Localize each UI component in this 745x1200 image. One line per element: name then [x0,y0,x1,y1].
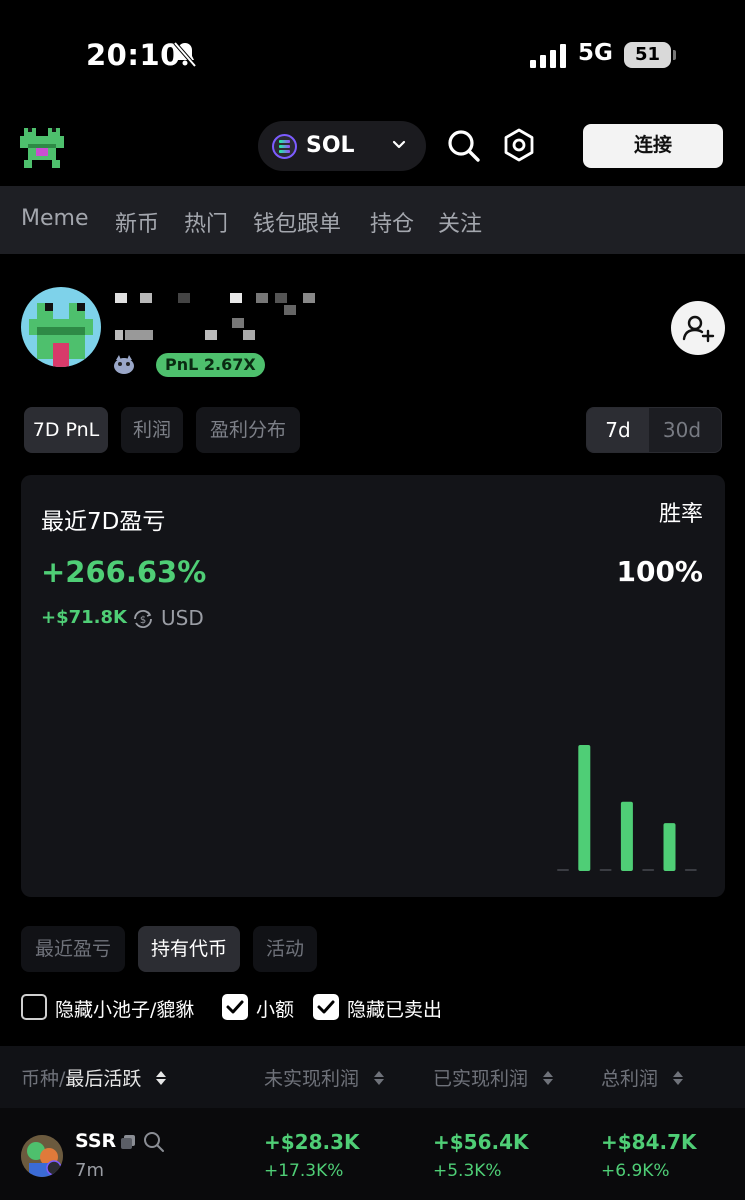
tab-positions[interactable]: 持仓 [370,206,414,238]
col-unrealized[interactable]: 未实现利润 [264,1064,385,1091]
last-active-time: 7m [75,1160,104,1181]
col-realized-label: 已实现利润 [433,1068,529,1090]
realized-percent: +5.3K% [433,1161,502,1181]
connect-button[interactable]: 连接 [583,124,723,168]
tab-profit-distribution[interactable]: 盈利分布 [196,407,300,453]
tab-new-coins[interactable]: 新币 [115,206,159,238]
tab-following[interactable]: 关注 [438,206,482,238]
checkmark-icon [226,1000,244,1014]
search-icon[interactable] [143,1131,165,1153]
filter-label: 小额 [256,999,295,1021]
status-time: 20:10 [86,38,181,72]
col-unrealized-label: 未实现利润 [264,1068,360,1090]
col-realized[interactable]: 已实现利润 [433,1064,554,1091]
checkmark-icon [317,1000,335,1014]
network-type: 5G [578,40,613,66]
pnl-multiplier-badge: PnL 2.67X [156,353,265,377]
chain-selector[interactable]: SOL [258,121,426,171]
token-name[interactable]: SSR [75,1130,116,1152]
checkbox-checked[interactable] [222,994,248,1020]
token-icon [21,1135,63,1177]
tab-trending[interactable]: 热门 [184,206,228,238]
chart-bar-d3 [599,869,612,871]
pnl-card: 最近7D盈亏 胜率 +266.63% 100% +$71.8K $ USD [21,475,725,897]
checkbox-checked[interactable] [313,994,339,1020]
total-value: +$84.7K [601,1130,697,1154]
signal-icon [530,44,566,68]
tab-7d-pnl[interactable]: 7D PnL [24,407,108,453]
chart-bar-d6 [663,823,676,871]
checkbox-unchecked[interactable] [21,994,47,1020]
chain-label: SOL [306,133,355,158]
tab-recent-pnl[interactable]: 最近盈亏 [21,926,125,972]
follow-button[interactable] [671,301,725,355]
avatar [21,287,101,367]
unrealized-value: +$28.3K [264,1130,360,1154]
unrealized-percent: +17.3K% [264,1161,344,1181]
tab-copy-trade[interactable]: 钱包跟单 [253,206,341,238]
tab-meme[interactable]: Meme [21,206,88,231]
range-30d[interactable]: 30d [651,408,713,452]
total-percent: +6.9K% [601,1161,670,1181]
copy-icon[interactable] [119,1133,137,1151]
settings-icon[interactable] [502,128,536,162]
status-bar: 20:10 5G 51 [0,0,745,110]
sort-icon [543,1071,554,1085]
table-header: 币种/最后活跃 未实现利润 已实现利润 总利润 [0,1046,745,1108]
sort-icon [156,1071,167,1085]
col-total-label: 总利润 [601,1068,659,1090]
battery-icon: 51 [624,42,676,68]
filter-label: 隐藏小池子/貔貅 [55,999,195,1021]
frog-logo-icon[interactable] [20,124,64,168]
sort-icon [673,1071,684,1085]
add-user-icon [682,315,715,343]
trader-badge-icon [114,355,134,374]
tab-activity[interactable]: 活动 [253,926,317,972]
pnl-bar-chart [557,745,697,871]
chevron-down-icon [392,140,406,149]
tab-profit[interactable]: 利润 [121,407,183,453]
col-token-label: 币种/ [21,1068,66,1090]
chart-bar-d4 [620,801,633,871]
chart-bar-d2 [578,745,591,871]
silent-bell-icon [173,41,197,68]
chart-bar-d1 [557,869,569,871]
sort-icon [374,1071,385,1085]
tab-holdings[interactable]: 持有代币 [138,926,240,972]
range-toggle: 7d 30d [586,407,722,453]
search-icon[interactable] [446,128,482,164]
col-total[interactable]: 总利润 [601,1064,684,1091]
col-token[interactable]: 币种/最后活跃 [21,1064,167,1091]
solana-icon [272,134,297,159]
battery-level: 51 [624,42,671,68]
col-last-active-label: 最后活跃 [65,1068,142,1090]
range-7d[interactable]: 7d [587,408,649,452]
main-nav-tabs: Meme 新币 热门 钱包跟单 持仓 关注 [0,186,745,254]
filter-label: 隐藏已卖出 [347,999,443,1021]
realized-value: +$56.4K [433,1130,529,1154]
chart-bar-d7 [684,869,697,871]
chart-bar-d5 [642,869,655,871]
table-row[interactable]: SSR 7m +$28.3K +17.3K% +$56.4K +5.3K% +$… [0,1108,745,1200]
